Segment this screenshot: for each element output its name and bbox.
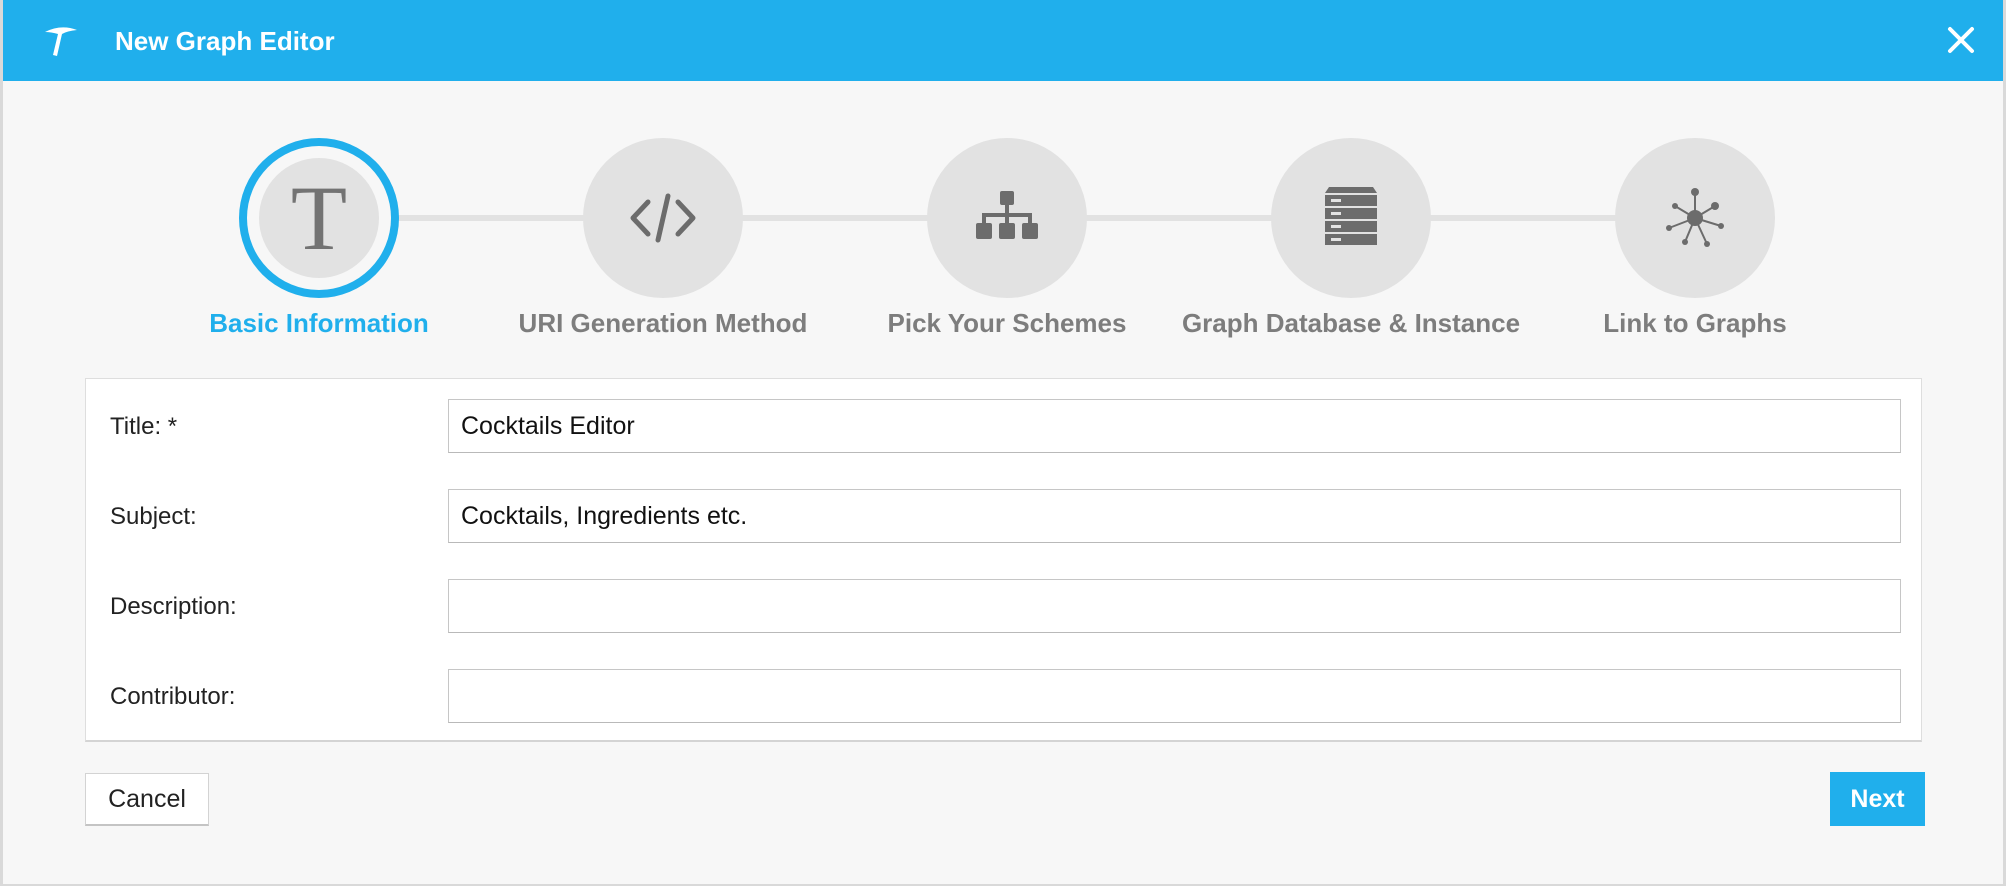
dialog-titlebar: New Graph Editor bbox=[3, 0, 2003, 81]
subject-label: Subject: bbox=[110, 503, 197, 530]
subject-input[interactable] bbox=[448, 489, 1901, 543]
close-icon[interactable] bbox=[1943, 22, 1979, 58]
serif-t-icon: T bbox=[259, 158, 379, 278]
server-icon bbox=[1325, 187, 1377, 245]
cancel-button[interactable]: Cancel bbox=[85, 773, 209, 826]
step-circle-uri-generation[interactable] bbox=[583, 138, 743, 298]
step-label-link-graphs: Link to Graphs bbox=[1603, 308, 1787, 338]
step-label-pick-schemes: Pick Your Schemes bbox=[887, 308, 1127, 338]
form-row-description: Description: bbox=[86, 579, 1921, 633]
pickaxe-logo-icon bbox=[45, 27, 77, 56]
step-circle-graph-database[interactable] bbox=[1271, 138, 1431, 298]
network-node-icon bbox=[1666, 188, 1724, 247]
hierarchy-icon bbox=[976, 191, 1038, 239]
step-label-graph-database: Graph Database & Instance bbox=[1181, 308, 1521, 338]
step-label-basic-information: Basic Information bbox=[209, 308, 429, 338]
step-circle-basic-information[interactable]: T bbox=[239, 138, 399, 298]
next-button[interactable]: Next bbox=[1830, 772, 1925, 826]
code-icon bbox=[630, 193, 696, 243]
step-circle-link-graphs[interactable] bbox=[1615, 138, 1775, 298]
dialog-title: New Graph Editor bbox=[115, 26, 335, 56]
form-row-subject: Subject: bbox=[86, 489, 1921, 543]
title-input[interactable] bbox=[448, 399, 1901, 453]
step-ring-gap: T bbox=[247, 146, 391, 290]
description-input[interactable] bbox=[448, 579, 1901, 633]
new-graph-editor-dialog: New Graph Editor T Basic Information URI… bbox=[3, 0, 2003, 884]
title-label: Title: * bbox=[110, 413, 178, 440]
description-label: Description: bbox=[110, 593, 237, 620]
contributor-label: Contributor: bbox=[110, 683, 236, 710]
basic-information-form: Title: * Subject: Description: Contribut… bbox=[85, 378, 1922, 742]
contributor-input[interactable] bbox=[448, 669, 1901, 723]
step-circle-pick-schemes[interactable] bbox=[927, 138, 1087, 298]
step-label-uri-generation: URI Generation Method bbox=[518, 308, 808, 338]
form-row-title: Title: * bbox=[86, 399, 1921, 453]
form-row-contributor: Contributor: bbox=[86, 669, 1921, 723]
